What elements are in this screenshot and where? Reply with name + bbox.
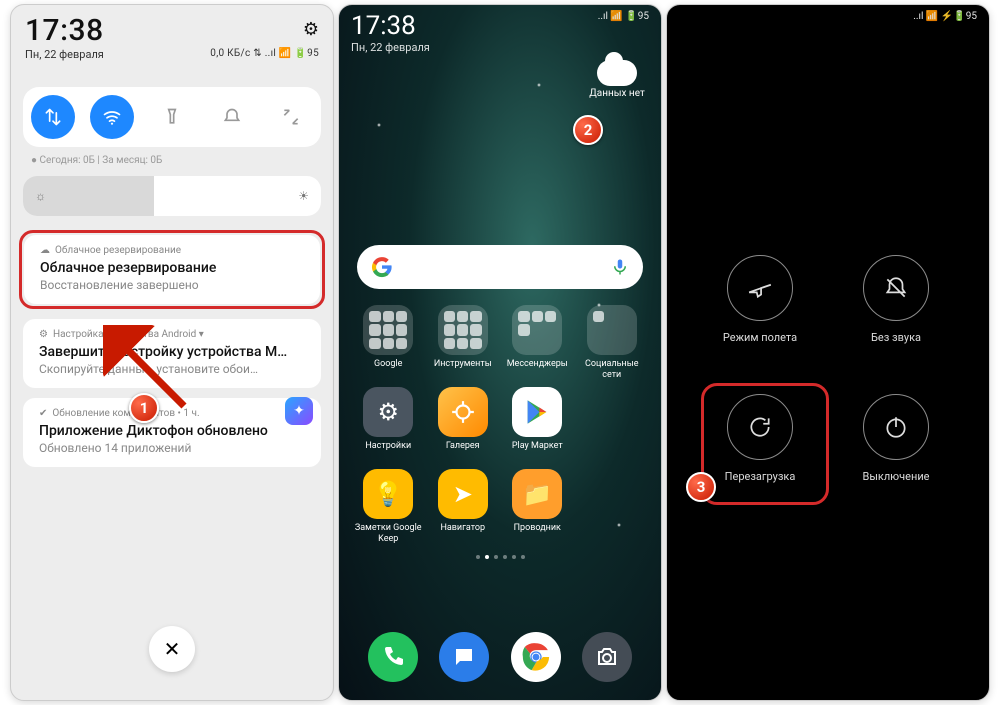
highlight-notification: ☁Облачное резервирование Облачное резерв…	[19, 230, 325, 309]
toggle-dnd[interactable]	[202, 87, 262, 147]
dock-messages[interactable]	[439, 632, 489, 682]
notification-setup[interactable]: ⚙Настройка устройства Android ▾ Завершит…	[23, 319, 321, 388]
step-badge-1: 1	[129, 393, 159, 423]
app-files[interactable]: 📁Проводник	[502, 469, 573, 545]
check-icon: ✔	[39, 408, 47, 419]
app-grid: Google Инструменты Мессенджеры Социальны…	[353, 305, 647, 545]
app-settings[interactable]: ⚙Настройки	[353, 387, 424, 463]
dock-camera[interactable]	[582, 632, 632, 682]
toggle-screenshot[interactable]	[261, 87, 321, 147]
status-date: Пн, 22 февраля	[351, 41, 649, 54]
status-indicators: ..ıl 📶 🔋95	[598, 11, 649, 22]
notif-title: Завершите настройку устройства M…	[39, 344, 305, 360]
airplane-icon	[747, 275, 773, 301]
app-play-market[interactable]: Play Маркет	[502, 387, 573, 463]
clear-all-button[interactable]: ✕	[149, 626, 195, 672]
toggle-data[interactable]	[23, 87, 83, 147]
quick-toggles	[23, 87, 321, 147]
dock-phone[interactable]	[368, 632, 418, 682]
dock	[339, 632, 661, 682]
notification-update[interactable]: ✔Обновление компонентов • 1 ч. Приложени…	[23, 398, 321, 467]
folder-tools[interactable]: Инструменты	[428, 305, 499, 381]
app-keep[interactable]: 💡Заметки Google Keep	[353, 469, 424, 545]
notif-body: Скопируйте данные, установите обои…	[39, 362, 305, 376]
option-airplane[interactable]: Режим полета	[697, 255, 823, 344]
step-badge-2: 2	[573, 115, 603, 145]
folder-social[interactable]: Социальные сети	[577, 305, 648, 381]
page-indicator	[339, 555, 661, 559]
status-indicators: ..ıl 📶 ⚡🔋95	[667, 5, 989, 28]
settings-icon[interactable]: ⚙	[303, 19, 319, 40]
app-empty	[577, 387, 648, 463]
app-gallery[interactable]: Галерея	[428, 387, 499, 463]
highlight-reboot	[701, 383, 829, 505]
bell-off-icon	[883, 275, 909, 301]
folder-messengers[interactable]: Мессенджеры	[502, 305, 573, 381]
cloud-icon	[597, 60, 637, 86]
sun-low-icon: ☼	[35, 189, 46, 203]
toggle-flashlight[interactable]	[142, 87, 202, 147]
status-date: Пн, 22 февраля	[25, 48, 104, 61]
toggle-wifi[interactable]	[83, 87, 143, 147]
clock: 17:38	[25, 13, 104, 48]
home-screen: ..ıl 📶 🔋95 17:38 Пн, 22 февраля Данных н…	[338, 4, 662, 701]
status-bar: 17:38 ⚙ Пн, 22 февраля 0,0 КБ/с ⇅ ..ıl 📶…	[11, 5, 333, 75]
notif-body: Обновлено 14 приложений	[39, 441, 305, 455]
dock-chrome[interactable]	[511, 632, 561, 682]
status-indicators: 0,0 КБ/с ⇅ ..ıl 📶 🔋95	[210, 48, 319, 59]
gear-icon: ⚙	[39, 329, 48, 340]
notification-cloud-backup[interactable]: ☁Облачное резервирование Облачное резерв…	[24, 235, 320, 304]
notification-shade: 17:38 ⚙ Пн, 22 февраля 0,0 КБ/с ⇅ ..ıl 📶…	[10, 4, 334, 701]
mic-icon[interactable]	[611, 258, 629, 276]
weather-label: Данных нет	[589, 88, 645, 99]
notif-title: Облачное резервирование	[40, 260, 304, 276]
folder-google[interactable]: Google	[353, 305, 424, 381]
power-menu: ..ıl 📶 ⚡🔋95 Режим полета Без звука Перез…	[666, 4, 990, 701]
power-icon	[883, 414, 909, 440]
google-search-bar[interactable]	[357, 245, 643, 289]
wand-icon[interactable]: ✦	[285, 397, 313, 425]
sun-high-icon: ☀	[298, 189, 309, 203]
step-badge-3: 3	[686, 472, 716, 502]
notif-body: Восстановление завершено	[40, 278, 304, 292]
app-navigator[interactable]: ➤Навигатор	[428, 469, 499, 545]
option-silent[interactable]: Без звука	[833, 255, 959, 344]
google-g-icon	[371, 256, 393, 278]
cloud-icon: ☁	[40, 245, 50, 256]
notif-title: Приложение Диктофон обновлено	[39, 423, 305, 439]
weather-widget[interactable]: Данных нет	[587, 60, 647, 99]
option-poweroff[interactable]: Выключение	[833, 394, 959, 483]
data-usage[interactable]: ● Сегодня: 0Б | За месяц: 0Б	[23, 147, 321, 172]
brightness-slider[interactable]: ☼ ☀	[23, 176, 321, 216]
